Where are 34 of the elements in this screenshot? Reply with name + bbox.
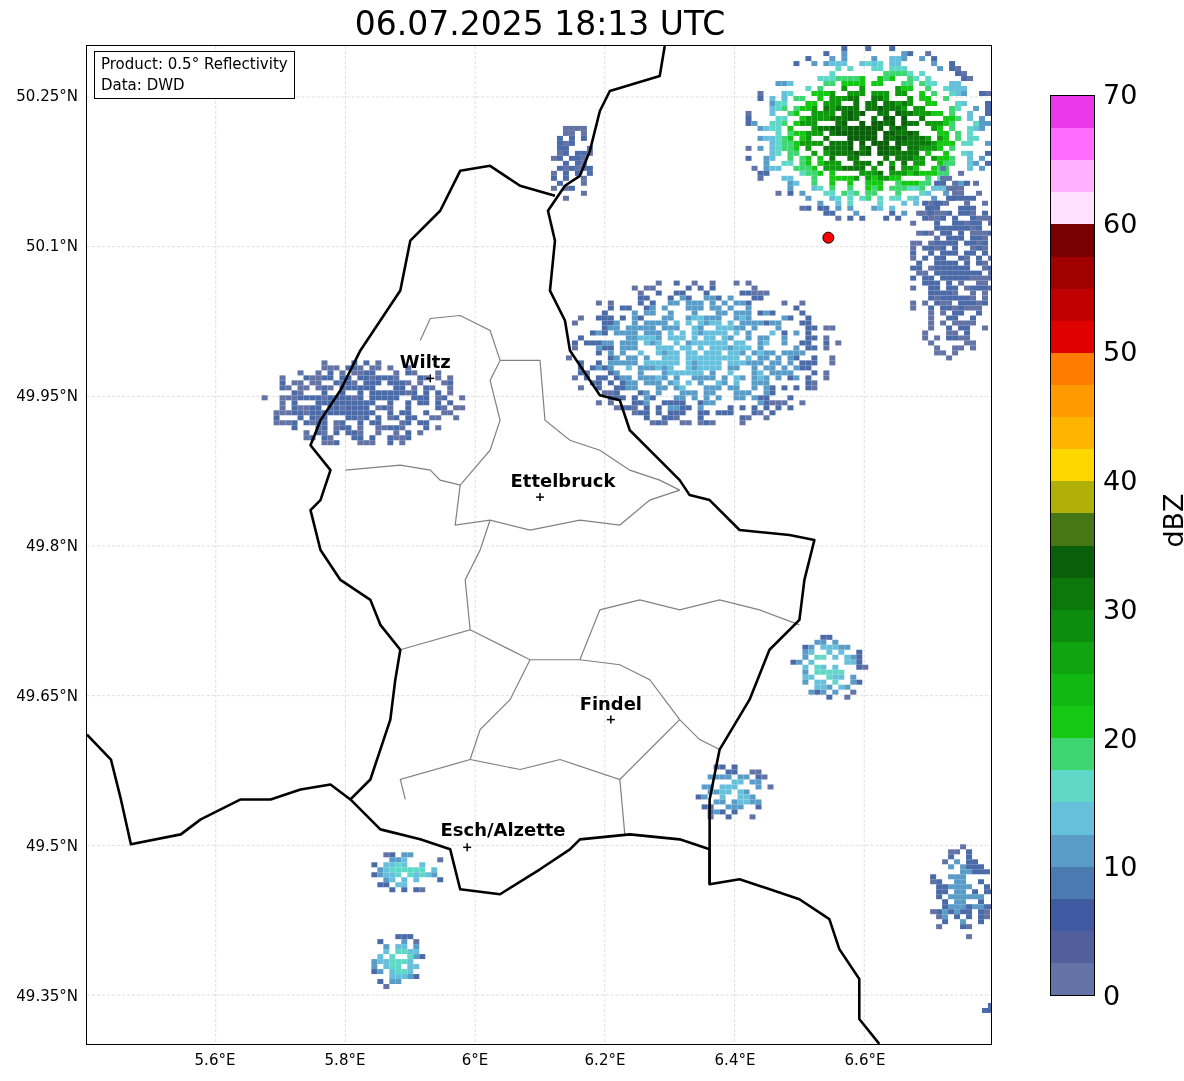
latitude-label: 49.65°N <box>16 687 78 705</box>
city-marker-icon <box>606 714 616 725</box>
latitude-label: 50.1°N <box>25 237 78 255</box>
radar-site-marker <box>822 231 835 244</box>
colorbar-tick-label: 60 <box>1103 207 1138 240</box>
colorbar-tick-label: 40 <box>1103 465 1138 498</box>
colorbar-title: dBZ <box>1157 493 1184 548</box>
colorbar-tick-label: 50 <box>1103 336 1138 369</box>
latitude-label: 49.8°N <box>25 537 78 555</box>
colorbar-tick-label: 20 <box>1103 722 1138 755</box>
map-title: 06.07.2025 18:13 UTC <box>353 3 727 45</box>
longitude-label: 5.8°E <box>324 1051 366 1069</box>
colorbar-tick-label: 10 <box>1103 851 1138 884</box>
longitude-label: 6°E <box>461 1051 489 1069</box>
longitude-label: 5.6°E <box>194 1051 236 1069</box>
city-marker-icon <box>462 842 472 853</box>
longitude-label: 6.4°E <box>714 1051 756 1069</box>
info-text: Data: DWD <box>101 75 186 96</box>
city-label: Esch/Alzette <box>440 819 566 841</box>
latitude-label: 50.25°N <box>16 87 78 105</box>
city-marker-icon <box>425 373 435 384</box>
city-label: Findel <box>579 692 643 714</box>
latitude-label: 49.95°N <box>16 387 78 405</box>
longitude-label: 6.2°E <box>584 1051 626 1069</box>
longitude-label: 6.6°E <box>844 1051 886 1069</box>
colorbar-tick-label: 0 <box>1103 980 1121 1012</box>
city-label: Ettelbruck <box>510 470 616 492</box>
info-text: Product: 0.5° Reflectivity <box>101 54 288 75</box>
latitude-label: 49.35°N <box>16 987 78 1005</box>
city-label: Wiltz <box>399 351 451 373</box>
colorbar-tick-label: 70 <box>1103 79 1138 111</box>
latitude-label: 49.5°N <box>25 837 78 855</box>
city-marker-icon <box>535 492 545 502</box>
colorbar-tick-label: 30 <box>1103 593 1138 626</box>
